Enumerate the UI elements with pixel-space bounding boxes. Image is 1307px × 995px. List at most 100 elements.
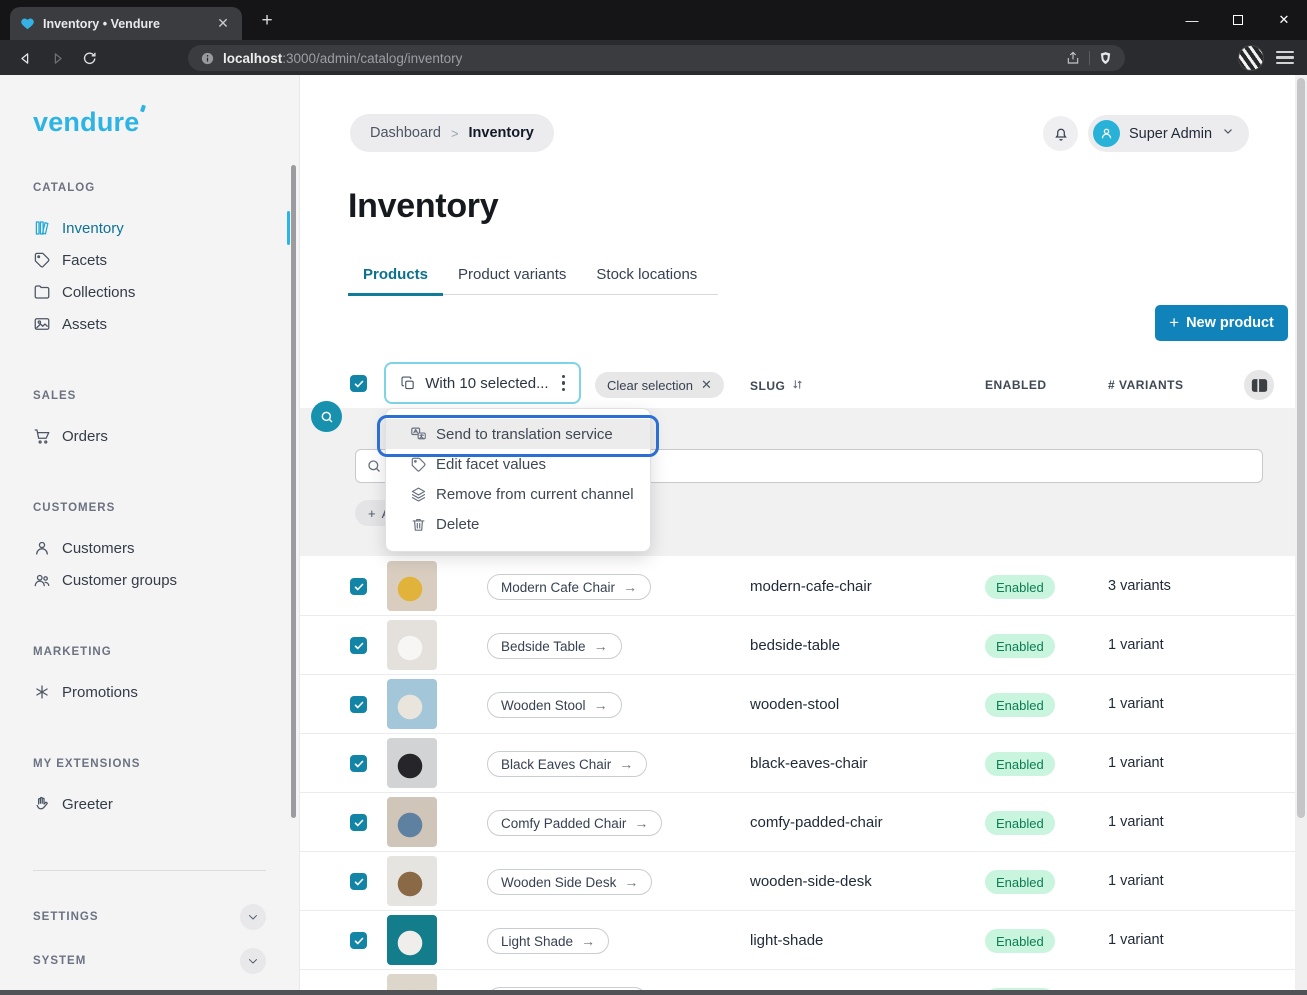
clear-selection-button[interactable]: Clear selection ✕	[595, 372, 724, 398]
sidebar-item-facets[interactable]: Facets	[0, 244, 299, 276]
chevron-down-icon[interactable]	[240, 948, 266, 974]
vendure-favicon-heart-icon	[20, 16, 35, 31]
bell-icon	[1052, 125, 1070, 143]
chevron-down-icon[interactable]	[240, 904, 266, 930]
status-badge: Enabled	[985, 575, 1055, 599]
menu-item-label: Edit facet values	[436, 456, 546, 473]
row-checkbox[interactable]	[350, 637, 367, 654]
dropdown-items: Send to translation service Edit facet va…	[386, 419, 650, 539]
menu-item-label: Send to translation service	[436, 426, 613, 443]
window-minimize-button[interactable]: —	[1169, 0, 1215, 40]
column-header-enabled[interactable]: ENABLED	[985, 378, 1047, 392]
bulk-actions-button[interactable]: With 10 selected...	[384, 362, 581, 404]
kebab-menu-icon[interactable]	[558, 375, 569, 391]
hand-icon	[33, 795, 51, 813]
browser-navbar: localhost:3000/admin/catalog/inventory	[0, 40, 1307, 75]
site-info-icon[interactable]	[200, 51, 215, 66]
product-slug: wooden-side-desk	[750, 873, 872, 890]
back-button[interactable]	[12, 45, 38, 71]
product-name-link[interactable]: Bedside Table→	[487, 633, 622, 659]
brave-shield-icon[interactable]	[1098, 50, 1113, 66]
tab-close-icon[interactable]: ✕	[214, 15, 232, 33]
row-checkbox[interactable]	[350, 578, 367, 595]
sidebar-section-header: MARKETING	[0, 646, 299, 664]
forward-button[interactable]	[44, 45, 70, 71]
search-icon	[366, 458, 382, 474]
sidebar-item-assets[interactable]: Assets	[0, 308, 299, 340]
row-checkbox[interactable]	[350, 755, 367, 772]
check-icon	[353, 581, 365, 593]
menu-item-send-to-translation-service[interactable]: Send to translation service	[386, 419, 650, 449]
notifications-button[interactable]	[1043, 116, 1078, 151]
sidebar-item-orders[interactable]: Orders	[0, 420, 299, 452]
tab-stock-locations[interactable]: Stock locations	[581, 258, 712, 294]
url-bar[interactable]: localhost:3000/admin/catalog/inventory	[188, 45, 1125, 71]
tab-products[interactable]: Products	[348, 258, 443, 294]
menu-item-remove-from-current-channel[interactable]: Remove from current channel	[386, 479, 650, 509]
product-slug: comfy-padded-chair	[750, 814, 883, 831]
row-checkbox[interactable]	[350, 814, 367, 831]
sidebar-item-promotions[interactable]: Promotions	[0, 676, 299, 708]
browser-tab[interactable]: Inventory • Vendure ✕	[10, 7, 242, 40]
menu-item-edit-facet-values[interactable]: Edit facet values	[386, 449, 650, 479]
tab-title: Inventory • Vendure	[43, 17, 206, 31]
tag-icon	[33, 251, 51, 269]
sidebar-scrollbar[interactable]	[291, 165, 296, 818]
window-close-button[interactable]: ✕	[1261, 0, 1307, 40]
check-icon	[353, 935, 365, 947]
sidebar-item-greeter[interactable]: Greeter	[0, 788, 299, 820]
row-checkbox[interactable]	[350, 932, 367, 949]
share-icon[interactable]	[1065, 50, 1081, 66]
variant-count: 1 variant	[1108, 932, 1164, 948]
variant-count: 1 variant	[1108, 696, 1164, 712]
product-thumbnail	[387, 738, 437, 788]
browser-menu-icon[interactable]	[1276, 48, 1294, 66]
product-name-link[interactable]: Black Eaves Chair→	[487, 751, 647, 777]
row-checkbox[interactable]	[350, 696, 367, 713]
trash-icon	[410, 516, 427, 533]
product-name-link[interactable]: Comfy Padded Chair→	[487, 810, 662, 836]
product-thumbnail	[387, 797, 437, 847]
sidebar-item-inventory[interactable]: Inventory	[0, 212, 299, 244]
sidebar: vendure CATALOGInventoryFacetsCollection…	[0, 75, 300, 990]
bulk-selected-label: With 10 selected...	[425, 375, 548, 392]
product-name-link[interactable]: Wooden Side Desk→	[487, 869, 652, 895]
arrow-right-icon: →	[619, 756, 633, 772]
product-thumbnail	[387, 915, 437, 965]
column-header-slug[interactable]: SLUG	[750, 378, 804, 394]
new-tab-button[interactable]: +	[256, 10, 278, 32]
variant-count: 1 variant	[1108, 637, 1164, 653]
product-name-link[interactable]: Modern Cafe Chair→	[487, 574, 651, 600]
page-scrollbar[interactable]	[1295, 75, 1307, 990]
select-all-checkbox[interactable]	[350, 375, 367, 392]
bottom-edge	[0, 990, 1307, 995]
arrow-right-icon: →	[594, 638, 608, 654]
user-menu[interactable]: Super Admin	[1088, 115, 1249, 152]
folder-icon	[33, 283, 51, 301]
product-name-link[interactable]: Light Shade→	[487, 928, 609, 954]
new-product-button[interactable]: + New product	[1155, 305, 1288, 341]
product-name-link[interactable]: Wooden Stool→	[487, 692, 622, 718]
sidebar-group-system[interactable]: SYSTEM	[0, 939, 299, 983]
sidebar-item-customers[interactable]: Customers	[0, 532, 299, 564]
breadcrumb: Dashboard > Inventory	[350, 114, 554, 152]
menu-item-delete[interactable]: Delete	[386, 509, 650, 539]
window-maximize-button[interactable]	[1215, 0, 1261, 40]
breadcrumb-dashboard-link[interactable]: Dashboard	[370, 125, 441, 141]
browser-profile-avatar[interactable]	[1238, 45, 1264, 71]
variant-count: 3 variants	[1108, 578, 1171, 594]
column-header-variants[interactable]: # VARIANTS	[1108, 378, 1183, 392]
sidebar-item-collections[interactable]: Collections	[0, 276, 299, 308]
url-text: localhost:3000/admin/catalog/inventory	[223, 51, 1057, 66]
reload-button[interactable]	[76, 45, 102, 71]
sidebar-collapsed: SETTINGS SYSTEM	[0, 895, 299, 983]
tab-product-variants[interactable]: Product variants	[443, 258, 581, 294]
user-icon	[33, 539, 51, 557]
scrollbar-thumb[interactable]	[1297, 78, 1305, 818]
column-picker-button[interactable]	[1244, 370, 1274, 400]
sidebar-item-customer-groups[interactable]: Customer groups	[0, 564, 299, 596]
search-highlight-button[interactable]	[311, 401, 342, 432]
row-checkbox[interactable]	[350, 873, 367, 890]
sidebar-group-settings[interactable]: SETTINGS	[0, 895, 299, 939]
sort-icon[interactable]	[791, 378, 804, 394]
